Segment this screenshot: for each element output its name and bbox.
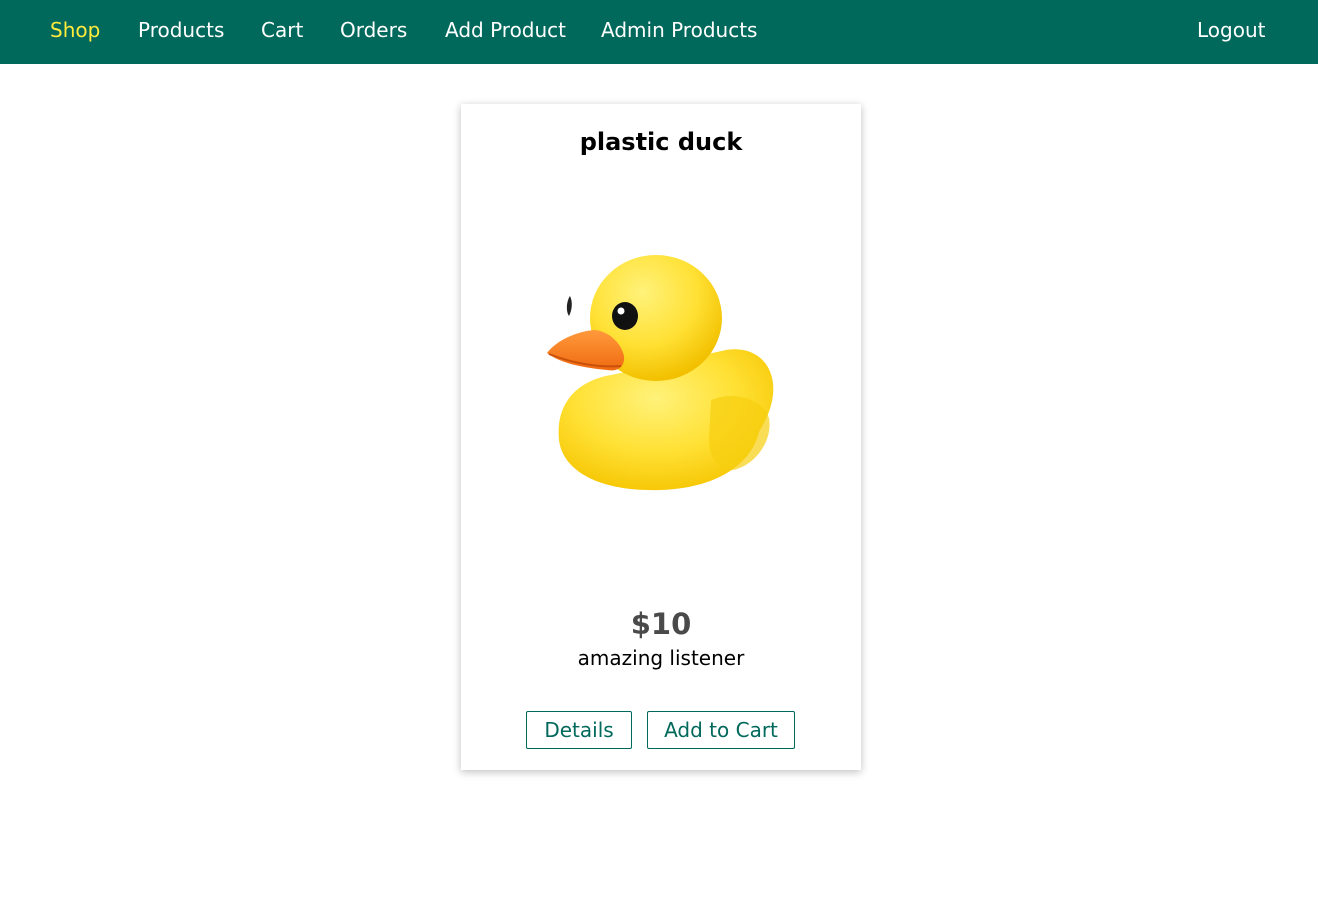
product-title: plastic duck: [579, 128, 743, 156]
add-to-cart-button[interactable]: Add to Cart: [647, 711, 795, 749]
details-button[interactable]: Details: [526, 711, 632, 749]
nav-orders[interactable]: Orders: [340, 18, 407, 42]
main-header: Shop Products Cart Orders Add Product Ad…: [0, 0, 1318, 64]
product-description: amazing listener: [577, 646, 745, 670]
nav-cart[interactable]: Cart: [261, 18, 303, 42]
product-card: plastic duck $10 amazing listener Detail…: [461, 104, 861, 770]
nav-shop[interactable]: Shop: [50, 18, 100, 42]
nav-admin-products[interactable]: Admin Products: [601, 18, 757, 42]
rubber-duck-image: [541, 250, 781, 520]
logout-button[interactable]: Logout: [1197, 18, 1265, 42]
product-price: $10: [630, 607, 692, 641]
nav-products[interactable]: Products: [138, 18, 224, 42]
nav-add-product[interactable]: Add Product: [445, 18, 566, 42]
